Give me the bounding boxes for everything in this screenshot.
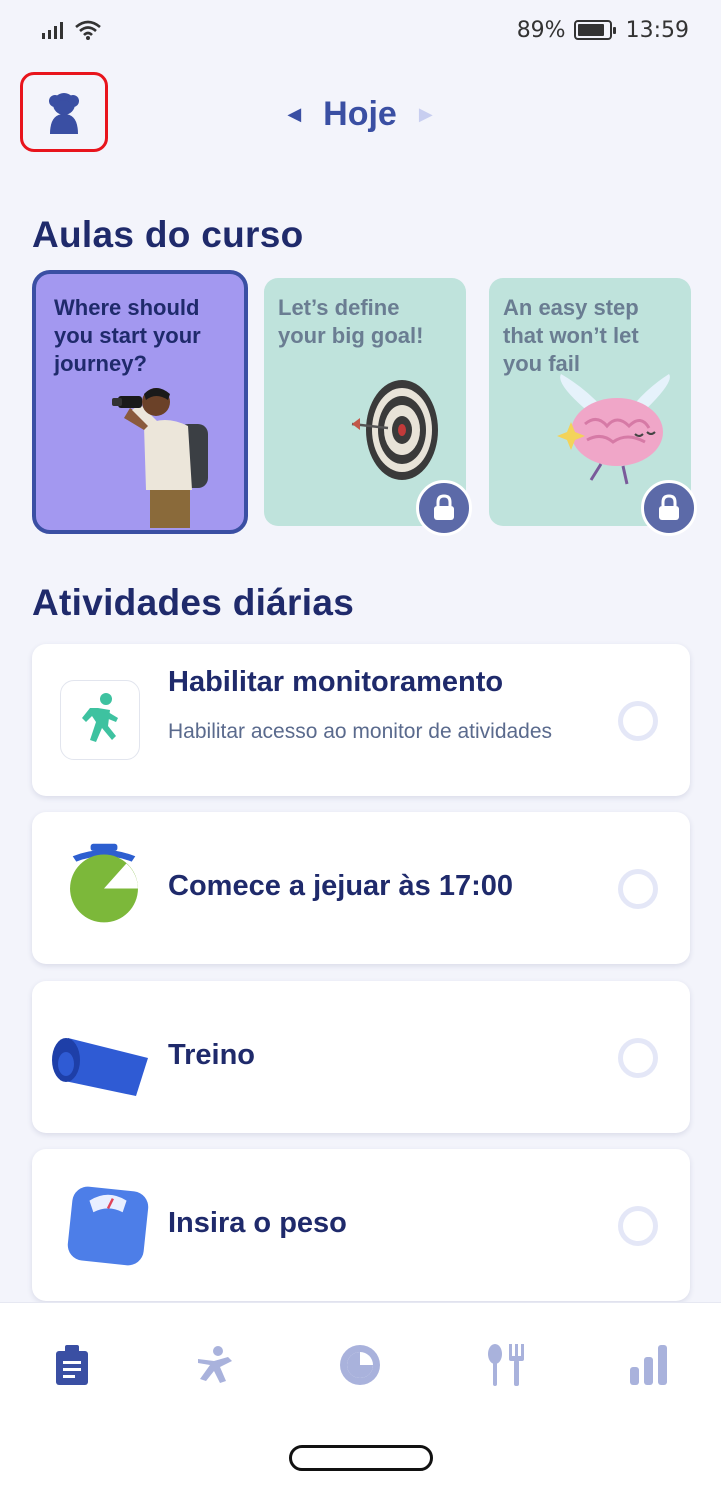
completion-checkbox[interactable] (618, 1038, 658, 1078)
bottom-navigation (0, 1302, 721, 1500)
activity-title: Insira o peso (168, 1207, 347, 1239)
user-avatar-icon (49, 93, 79, 134)
course-cards: Where should you start your journey? Let… (32, 270, 697, 536)
activity-title: Treino (168, 1039, 256, 1071)
course-card-goal[interactable]: Let’s define your big goal! (264, 278, 472, 536)
battery-percent: 89% (516, 17, 566, 43)
clipboard-icon (56, 1345, 88, 1385)
completion-checkbox[interactable] (618, 869, 658, 909)
activity-icon-box (60, 680, 140, 760)
course-card-journey[interactable]: Where should you start your journey? (32, 270, 248, 534)
course-card-title: Let’s define your big goal! (278, 295, 424, 348)
battery-fill (577, 24, 605, 36)
activity-title: Habilitar monitoramento (168, 666, 504, 698)
activity-enter-weight[interactable]: Insira o peso (32, 1149, 690, 1301)
chevron-right-icon[interactable]: ▶ (419, 104, 433, 125)
profile-button[interactable] (20, 72, 108, 152)
fasting-timer-icon (70, 843, 138, 923)
completion-checkbox[interactable] (618, 1206, 658, 1246)
nav-tab-plan[interactable] (44, 1337, 100, 1393)
nav-tab-workout[interactable] (188, 1337, 244, 1393)
completion-checkbox[interactable] (618, 701, 658, 741)
lock-badge (641, 480, 697, 536)
lock-badge (416, 480, 472, 536)
activity-title: Comece a jejuar às 17:00 (168, 870, 513, 902)
header: ◀ Hoje ▶ (0, 72, 721, 154)
activity-workout[interactable]: Treino (32, 981, 690, 1133)
lock-icon (434, 494, 454, 520)
date-navigator: ◀ Hoje ▶ (270, 90, 450, 138)
chevron-left-icon[interactable]: ◀ (287, 104, 301, 125)
status-left (42, 19, 102, 41)
nav-tab-meals[interactable] (477, 1337, 533, 1393)
fasting-icon (340, 1345, 380, 1385)
winged-brain-illustration (557, 374, 670, 485)
workout-icon (198, 1346, 232, 1383)
home-indicator[interactable] (289, 1445, 433, 1471)
running-person-icon (82, 693, 118, 742)
lock-icon (659, 494, 679, 520)
course-card-easy-step[interactable]: An easy step that won’t let you fail (489, 278, 697, 536)
dartboard-illustration (351, 380, 438, 480)
scale-icon (67, 1186, 149, 1266)
stats-icon (630, 1345, 667, 1385)
wifi-icon (75, 20, 101, 40)
nav-tab-stats[interactable] (621, 1337, 677, 1393)
course-section-title: Aulas do curso (32, 214, 304, 255)
activity-enable-tracking[interactable]: Habilitar monitoramento Habilitar acesso… (32, 644, 690, 796)
daily-section-title: Atividades diárias (32, 582, 355, 623)
man-with-binoculars-illustration (112, 388, 208, 528)
meal-icon (488, 1344, 524, 1386)
course-card-title: Where should you start your journey? (54, 295, 201, 376)
activity-start-fasting[interactable]: Comece a jejuar às 17:00 (32, 812, 690, 964)
status-bar: 89% 13:59 (0, 0, 721, 60)
status-right: 89% 13:59 (517, 18, 689, 43)
clock: 13:59 (625, 17, 689, 43)
course-card-title: An easy step that won’t let you fail (503, 295, 639, 376)
yoga-mat-icon (52, 1038, 148, 1096)
nav-tab-fasting[interactable] (332, 1337, 388, 1393)
battery-icon (573, 20, 616, 40)
signal-icon (42, 22, 63, 39)
date-title: Hoje (323, 94, 397, 133)
activity-subtitle: Habilitar acesso ao monitor de atividade… (168, 720, 553, 743)
